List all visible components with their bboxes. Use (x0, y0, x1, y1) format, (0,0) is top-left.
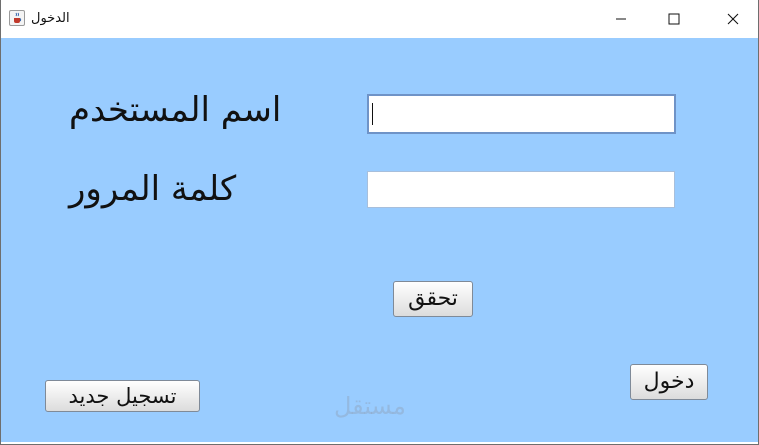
watermark-logo: مستقل (334, 392, 406, 420)
minimize-icon (616, 18, 626, 20)
java-cup-icon (9, 10, 25, 26)
login-button[interactable]: دخول (630, 364, 708, 400)
minimize-button[interactable] (598, 0, 644, 38)
window-title: الدخول (31, 11, 70, 26)
password-field[interactable] (367, 171, 675, 208)
username-field[interactable] (367, 94, 676, 134)
close-button[interactable] (710, 0, 756, 38)
title-bar[interactable]: الدخول (1, 0, 758, 38)
login-window: الدخول اسم المستخدم كلمة المرور تحقق دخو… (0, 0, 759, 445)
maximize-icon (668, 13, 680, 25)
register-button[interactable]: تسجيل جديد (45, 380, 200, 412)
password-label: كلمة المرور (69, 169, 237, 209)
username-label: اسم المستخدم (69, 90, 282, 130)
verify-button[interactable]: تحقق (393, 281, 473, 317)
login-panel: اسم المستخدم كلمة المرور تحقق دخول تسجيل… (1, 38, 758, 442)
text-caret (372, 103, 373, 125)
maximize-button[interactable] (651, 0, 697, 38)
close-icon (727, 13, 739, 25)
